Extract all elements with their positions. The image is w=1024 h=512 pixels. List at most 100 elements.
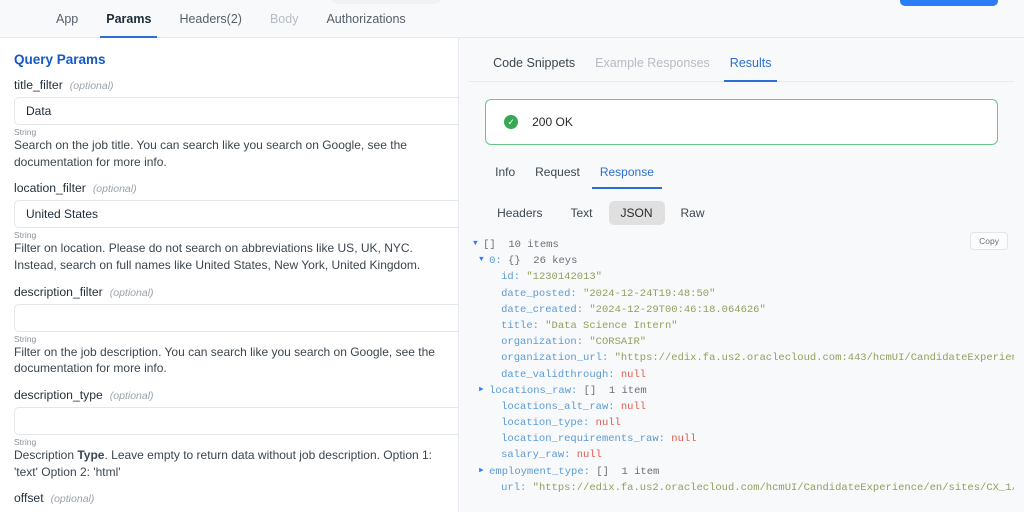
description-filter-input[interactable] bbox=[14, 303, 459, 332]
json-row[interactable]: ▶ employment_type: [] 1 item bbox=[473, 463, 1014, 479]
tree-spacer: ▼ bbox=[491, 333, 501, 349]
tab-results[interactable]: Results bbox=[720, 38, 782, 82]
json-bracket: [] bbox=[596, 465, 609, 478]
json-key: title: bbox=[501, 319, 539, 332]
main-tabs: App Params Headers(2) Body Authorization… bbox=[42, 0, 420, 38]
tab-authorizations[interactable]: Authorizations bbox=[312, 0, 419, 38]
section-title-query-params: Query Params bbox=[14, 52, 106, 67]
json-row[interactable]: ▼ 0: {} 26 keys bbox=[473, 252, 1014, 268]
json-row[interactable]: ▼date_posted: "2024-12-24T19:48:50" bbox=[473, 285, 1014, 301]
field-label-row: description_filter (optional) bbox=[14, 285, 442, 299]
tab-params[interactable]: Params bbox=[92, 0, 165, 38]
json-key: locations_alt_raw: bbox=[501, 400, 615, 413]
json-key: salary_raw: bbox=[501, 449, 571, 462]
json-row[interactable]: ▼[] 10 items bbox=[473, 236, 1014, 252]
api-playground-screen: App Params Headers(2) Body Authorization… bbox=[0, 0, 1024, 512]
json-key: url: bbox=[501, 481, 527, 494]
json-key: location_type: bbox=[501, 416, 590, 429]
response-sub-tabs: Info Request Response bbox=[485, 160, 1024, 189]
json-row[interactable]: ▼date_validthrough: null bbox=[473, 366, 1014, 382]
json-value: "2024-12-29T00:46:18.064626" bbox=[589, 303, 766, 316]
check-circle-icon: ✓ bbox=[504, 115, 519, 129]
json-row[interactable]: ▼locations_alt_raw: null bbox=[473, 398, 1014, 414]
tab-example-responses[interactable]: Example Responses bbox=[585, 38, 720, 82]
subtab-request[interactable]: Request bbox=[525, 160, 590, 184]
response-tabs: Code Snippets Example Responses Results bbox=[469, 38, 1014, 82]
field-label-row: location_filter (optional) bbox=[14, 181, 442, 195]
json-key: date_posted: bbox=[501, 287, 577, 300]
field-description: Filter on location. Please do not search… bbox=[14, 241, 421, 273]
json-tree[interactable]: ▼[] 10 items▼0: {} 26 keys▼id: "12301420… bbox=[473, 236, 1014, 495]
json-count: 10 items bbox=[508, 238, 559, 251]
format-headers[interactable]: Headers bbox=[485, 201, 554, 225]
status-card: ✓ 200 OK bbox=[485, 99, 998, 145]
tree-spacer: ▼ bbox=[491, 366, 501, 382]
json-value: "1230142013" bbox=[526, 271, 602, 284]
field-description-type: description_type (optional) String Descr… bbox=[14, 388, 459, 480]
subtab-response[interactable]: Response bbox=[590, 160, 664, 189]
json-value: null bbox=[576, 449, 602, 462]
field-optional-tag: (optional) bbox=[109, 286, 154, 299]
json-key: date_validthrough: bbox=[501, 368, 615, 381]
json-value: null bbox=[595, 416, 621, 429]
json-row[interactable]: ▼location_requirements_raw: null bbox=[473, 430, 1014, 446]
tab-code-snippets[interactable]: Code Snippets bbox=[483, 38, 585, 82]
field-offset: offset (optional) bbox=[14, 491, 442, 505]
json-value: "2024-12-24T19:48:50" bbox=[583, 287, 716, 300]
tab-body[interactable]: Body bbox=[256, 0, 313, 38]
chevron-right-icon[interactable]: ▶ bbox=[479, 463, 489, 479]
test-endpoint-button[interactable] bbox=[900, 0, 998, 6]
json-key: 0: bbox=[489, 255, 502, 268]
field-location-filter: location_filter (optional) String Filter… bbox=[14, 181, 459, 273]
json-row[interactable]: ▶ locations_raw: [] 1 item bbox=[473, 382, 1014, 398]
response-format-tabs: Headers Text JSON Raw bbox=[485, 201, 1024, 225]
format-text[interactable]: Text bbox=[558, 201, 604, 225]
response-panel: Code Snippets Example Responses Results … bbox=[459, 38, 1024, 512]
field-title-filter: title_filter (optional) String Search on… bbox=[14, 78, 459, 170]
title-filter-input[interactable] bbox=[14, 97, 459, 125]
format-json[interactable]: JSON bbox=[608, 201, 665, 225]
json-row[interactable]: ▼salary_raw: null bbox=[473, 446, 1014, 462]
json-count: 1 item bbox=[608, 384, 647, 397]
field-type-label: String bbox=[14, 127, 37, 137]
json-count: 1 item bbox=[621, 465, 660, 478]
json-value: "https://edix.fa.us2.oraclecloud.com:443… bbox=[614, 352, 1014, 365]
json-key: organization: bbox=[501, 336, 584, 349]
tab-app[interactable]: App bbox=[42, 0, 92, 38]
field-label: description_type bbox=[14, 387, 103, 402]
copy-button[interactable]: Copy bbox=[970, 232, 1008, 250]
location-filter-input[interactable] bbox=[14, 200, 459, 229]
json-value: null bbox=[671, 433, 697, 446]
json-row[interactable]: ▼organization_url: "https://edix.fa.us2.… bbox=[473, 349, 1014, 365]
json-row[interactable]: ▼id: "1230142013" bbox=[473, 268, 1014, 284]
field-optional-tag: (optional) bbox=[50, 493, 95, 506]
json-row[interactable]: ▼organization: "CORSAIR" bbox=[473, 333, 1014, 349]
description-type-input[interactable] bbox=[14, 406, 459, 435]
format-raw[interactable]: Raw bbox=[669, 201, 717, 225]
chevron-down-icon[interactable]: ▼ bbox=[479, 252, 489, 268]
top-tab-bar: App Params Headers(2) Body Authorization… bbox=[0, 0, 1024, 38]
tree-spacer: ▼ bbox=[491, 446, 501, 462]
chevron-down-icon[interactable]: ▼ bbox=[473, 236, 483, 252]
json-value: null bbox=[620, 400, 647, 413]
tree-spacer: ▼ bbox=[491, 285, 501, 301]
chevron-right-icon[interactable]: ▶ bbox=[479, 382, 489, 398]
json-row[interactable]: ▼location_type: null bbox=[473, 414, 1014, 430]
json-row[interactable]: ▼url: "https://edix.fa.us2.oraclecloud.c… bbox=[473, 479, 1014, 495]
json-row[interactable]: ▼date_created: "2024-12-29T00:46:18.0646… bbox=[473, 301, 1014, 317]
field-label-row: description_type (optional) bbox=[14, 388, 442, 402]
json-bracket: [] bbox=[483, 238, 496, 251]
tree-spacer: ▼ bbox=[491, 301, 501, 317]
tab-headers[interactable]: Headers(2) bbox=[165, 0, 256, 38]
field-type-label: String bbox=[14, 436, 37, 447]
tree-spacer: ▼ bbox=[491, 414, 501, 430]
field-label: description_filter bbox=[14, 284, 103, 299]
desc-part-bold: Type bbox=[77, 448, 105, 463]
tree-spacer: ▼ bbox=[491, 430, 501, 446]
subtab-info[interactable]: Info bbox=[485, 160, 525, 184]
json-value: "CORSAIR" bbox=[589, 336, 647, 349]
field-label: offset bbox=[14, 491, 44, 506]
json-key: id: bbox=[501, 271, 521, 284]
field-label-row: offset (optional) bbox=[14, 491, 442, 505]
json-row[interactable]: ▼title: "Data Science Intern" bbox=[473, 317, 1014, 333]
